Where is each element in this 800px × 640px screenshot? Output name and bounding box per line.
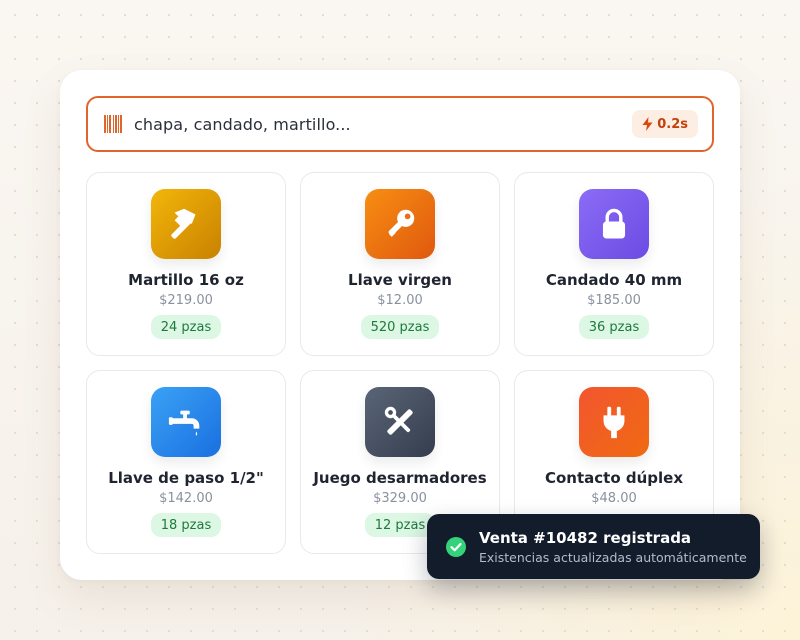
product-price: $329.00 bbox=[373, 491, 427, 506]
product-price: $185.00 bbox=[587, 293, 641, 308]
padlock-icon bbox=[602, 208, 626, 239]
product-tile bbox=[151, 387, 221, 457]
toast-subtitle: Existencias actualizadas automáticamente bbox=[479, 549, 747, 565]
product-name: Contacto dúplex bbox=[544, 469, 684, 487]
pos-panel: chapa, candado, martillo... 0.2s Martill… bbox=[60, 70, 740, 580]
stock-badge: 24 pzas bbox=[150, 315, 222, 339]
speed-value: 0.2s bbox=[657, 116, 688, 132]
sale-toast[interactable]: Venta #10482 registrada Existencias actu… bbox=[427, 514, 760, 579]
product-price: $142.00 bbox=[159, 491, 213, 506]
product-name: Llave virgen bbox=[348, 271, 452, 289]
toast-text: Venta #10482 registrada Existencias actu… bbox=[479, 529, 747, 565]
speed-badge: 0.2s bbox=[632, 110, 698, 138]
stock-badge: 36 pzas bbox=[578, 315, 650, 339]
product-tile bbox=[365, 387, 435, 457]
stock-badge: 18 pzas bbox=[150, 513, 222, 537]
check-circle-icon bbox=[446, 536, 466, 557]
stock-badge: 12 pzas bbox=[364, 513, 436, 537]
tools-icon bbox=[384, 406, 413, 435]
faucet-icon bbox=[168, 410, 200, 436]
search-bar[interactable]: chapa, candado, martillo... 0.2s bbox=[86, 96, 714, 152]
search-input[interactable]: chapa, candado, martillo... bbox=[134, 115, 632, 134]
product-tile bbox=[579, 189, 649, 259]
product-card[interactable]: Llave de paso 1/2" $142.00 18 pzas bbox=[86, 370, 286, 554]
product-card[interactable]: Candado 40 mm $185.00 36 pzas bbox=[514, 172, 714, 356]
product-tile bbox=[579, 387, 649, 457]
stock-badge: 520 pzas bbox=[360, 315, 440, 339]
product-card[interactable]: Martillo 16 oz $219.00 24 pzas bbox=[86, 172, 286, 356]
product-price: $48.00 bbox=[591, 491, 637, 506]
hammer-icon bbox=[171, 208, 196, 239]
barcode-icon[interactable] bbox=[104, 115, 122, 133]
product-price: $12.00 bbox=[377, 293, 423, 308]
product-name: Candado 40 mm bbox=[545, 271, 683, 289]
product-tile bbox=[365, 189, 435, 259]
lightning-icon bbox=[642, 117, 653, 131]
product-tile bbox=[151, 189, 221, 259]
toast-title: Venta #10482 registrada bbox=[479, 528, 692, 547]
product-name: Llave de paso 1/2" bbox=[108, 469, 264, 487]
product-price: $219.00 bbox=[159, 293, 213, 308]
product-name: Juego desarmadores bbox=[313, 469, 487, 487]
product-card[interactable]: Llave virgen $12.00 520 pzas bbox=[300, 172, 500, 356]
key-icon bbox=[388, 209, 415, 237]
product-name: Martillo 16 oz bbox=[128, 271, 244, 289]
plug-icon bbox=[603, 406, 625, 439]
product-grid: Martillo 16 oz $219.00 24 pzas Llave vir… bbox=[86, 172, 714, 554]
